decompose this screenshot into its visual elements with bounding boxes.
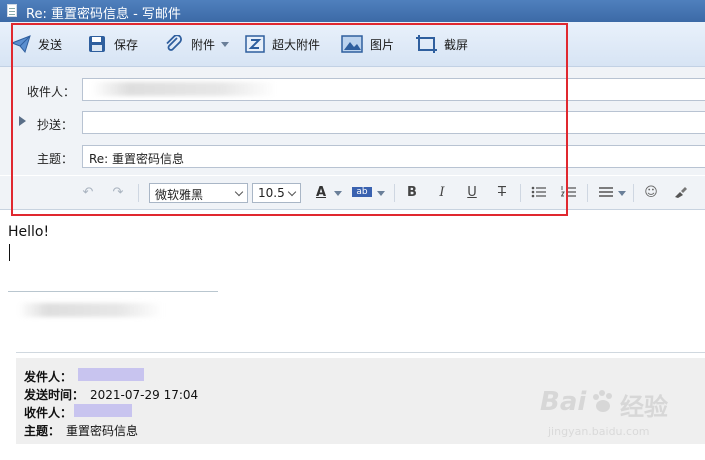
divider <box>394 184 395 202</box>
underline-icon[interactable]: U <box>465 185 479 201</box>
chevron-down-icon[interactable] <box>618 191 626 196</box>
quoted-subject-label: 主题： <box>24 424 61 438</box>
format-toolbar: ↶ ↷ 微软雅黑 10.5 A ab B I U T ☺ <box>0 176 705 210</box>
floppy-disk-icon <box>87 35 107 53</box>
signature-divider <box>8 291 218 292</box>
divider <box>138 184 139 202</box>
attachment-label: 附件 <box>191 37 216 52</box>
screenshot-label: 截屏 <box>444 37 469 52</box>
quote-divider <box>16 352 705 353</box>
attachment-button[interactable]: 附件 <box>164 34 230 54</box>
redo-icon[interactable]: ↷ <box>110 185 126 201</box>
text-color-icon[interactable]: A <box>313 185 329 201</box>
baidu-jingyan-watermark: Bai 经验 jingyan.baidu.com <box>540 385 705 445</box>
subject-label: 主题： <box>37 152 74 166</box>
chevron-down-icon[interactable] <box>334 191 342 196</box>
quoted-to: 收件人： <box>24 404 72 421</box>
emoji-icon[interactable]: ☺ <box>643 185 659 201</box>
expand-triangle-icon[interactable] <box>19 116 26 126</box>
redacted-sender <box>78 368 144 381</box>
large-file-icon <box>245 35 265 53</box>
chevron-down-icon <box>287 187 297 197</box>
subject-field[interactable]: Re: 重置密码信息 <box>82 145 705 168</box>
quoted-time-label: 发送时间： <box>24 388 85 402</box>
bullet-list-icon[interactable] <box>531 185 547 201</box>
divider <box>633 184 634 202</box>
watermark-brand-2: 经验 <box>620 393 668 421</box>
document-icon <box>7 4 17 17</box>
chevron-down-icon[interactable] <box>221 41 230 47</box>
undo-icon[interactable]: ↶ <box>80 185 96 201</box>
save-button[interactable]: 保存 <box>87 34 138 54</box>
watermark-brand: Bai <box>540 387 587 417</box>
font-size-select[interactable]: 10.5 <box>252 183 301 203</box>
save-label: 保存 <box>114 37 139 52</box>
watermark-url: jingyan.baidu.com <box>548 425 650 438</box>
font-size-value: 10.5 <box>258 186 285 200</box>
image-icon <box>341 35 363 53</box>
send-button[interactable]: 发送 <box>10 34 63 54</box>
large-attachment-button[interactable]: 超大附件 <box>245 34 320 54</box>
compose-toolbar: 发送 保存 附件 超大附件 图片 截屏 <box>0 22 705 67</box>
insert-image-label: 图片 <box>370 37 395 52</box>
chevron-down-icon[interactable] <box>377 191 385 196</box>
cc-field[interactable] <box>82 111 705 134</box>
redacted-recipient-quoted <box>74 404 132 417</box>
message-body-text[interactable]: Hello! <box>8 224 49 240</box>
chevron-down-icon <box>234 187 244 197</box>
redacted-signature <box>18 303 163 317</box>
to-label: 收件人： <box>27 85 76 99</box>
font-family-value: 微软雅黑 <box>155 188 204 202</box>
quoted-from: 发件人： <box>24 368 72 385</box>
format-brush-icon[interactable] <box>672 185 688 201</box>
quoted-from-label: 发件人： <box>24 370 73 384</box>
screenshot-button[interactable]: 截屏 <box>415 34 468 54</box>
cc-label: 抄送： <box>37 118 74 132</box>
quoted-to-label: 收件人： <box>24 406 73 420</box>
quoted-subject-value: 重置密码信息 <box>66 424 139 438</box>
insert-image-button[interactable]: 图片 <box>341 34 394 54</box>
divider <box>587 184 588 202</box>
window-titlebar: Re: 重置密码信息 - 写邮件 <box>0 0 705 22</box>
numbered-list-icon[interactable] <box>560 185 577 201</box>
quoted-time: 发送时间： 2021-07-29 17:04 <box>24 386 198 403</box>
compose-header-form: 收件人： 抄送： 主题： Re: 重置密码信息 <box>0 67 705 175</box>
send-label: 发送 <box>38 37 63 52</box>
italic-icon[interactable]: I <box>435 185 449 201</box>
paw-logo-icon <box>590 389 616 415</box>
text-cursor <box>9 244 10 261</box>
quoted-time-value: 2021-07-29 17:04 <box>90 388 199 402</box>
font-family-select[interactable]: 微软雅黑 <box>149 183 248 203</box>
align-icon[interactable] <box>598 185 614 201</box>
large-attachment-label: 超大附件 <box>272 37 321 52</box>
paperclip-icon <box>164 34 184 53</box>
bold-icon[interactable]: B <box>405 185 419 201</box>
quoted-subject: 主题： 重置密码信息 <box>24 422 138 439</box>
highlight-color-icon[interactable]: ab <box>352 187 372 197</box>
paper-plane-icon <box>10 35 31 54</box>
window-title: Re: 重置密码信息 - 写邮件 <box>26 7 181 22</box>
crop-screen-icon <box>415 35 437 53</box>
redacted-recipient <box>92 82 277 96</box>
divider <box>520 184 521 202</box>
strikethrough-icon[interactable]: T <box>495 185 509 201</box>
